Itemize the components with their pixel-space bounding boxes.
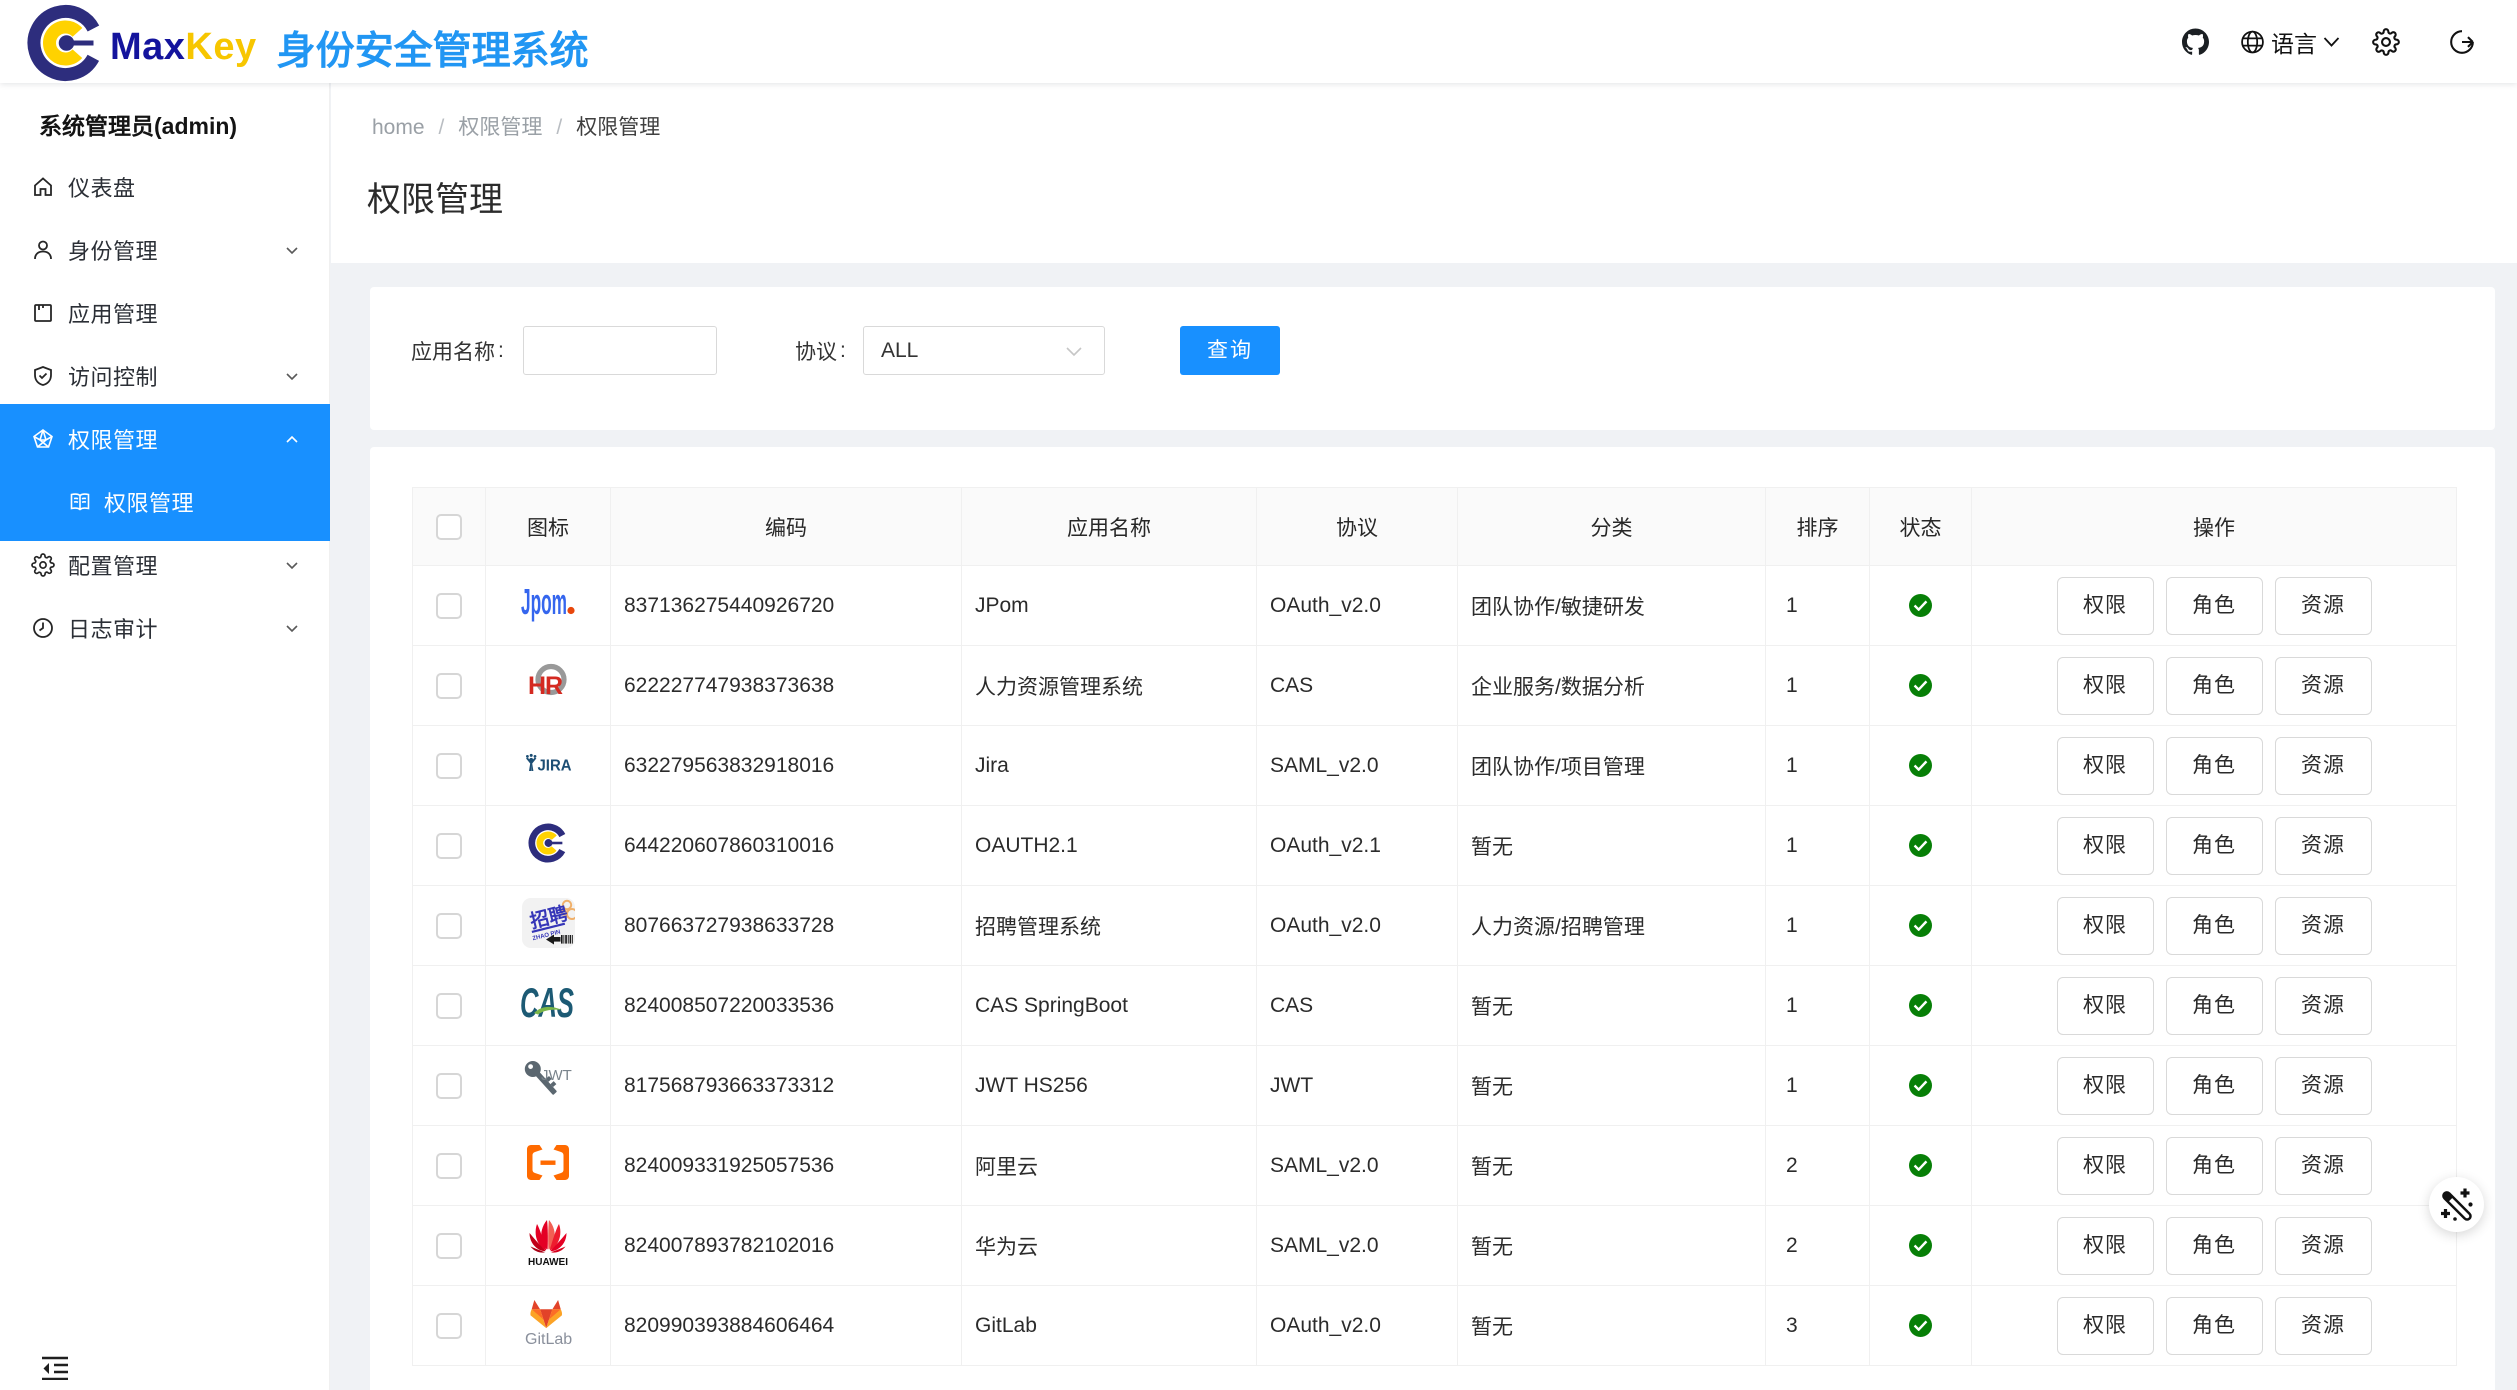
svg-text:Jpom: Jpom xyxy=(521,581,567,622)
svg-text:GitLab: GitLab xyxy=(525,1331,572,1347)
svg-text:CAS: CAS xyxy=(520,984,574,1022)
svg-text:JIRA: JIRA xyxy=(538,757,572,773)
svg-text:HUAWEI: HUAWEI xyxy=(528,1257,568,1266)
svg-text:HR: HR xyxy=(528,672,563,700)
svg-text:JWT: JWT xyxy=(541,1067,572,1084)
